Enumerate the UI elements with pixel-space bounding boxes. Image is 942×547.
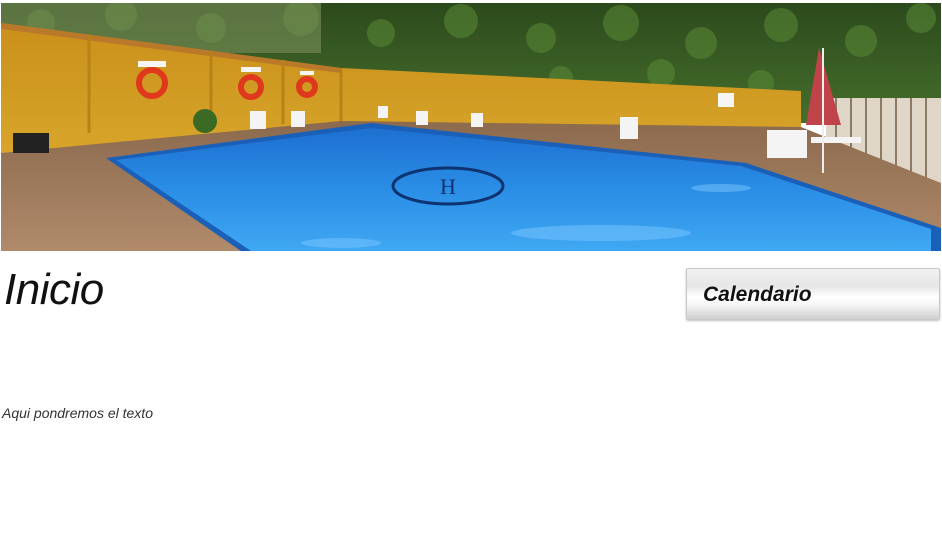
svg-text:H: H — [440, 174, 456, 199]
page-body-text: Aqui pondremos el texto — [2, 405, 153, 421]
calendar-widget[interactable]: Calendario — [686, 268, 940, 320]
header-banner-image: H — [1, 3, 941, 251]
calendar-title: Calendario — [703, 283, 812, 306]
page-title: Inicio — [4, 265, 104, 314]
